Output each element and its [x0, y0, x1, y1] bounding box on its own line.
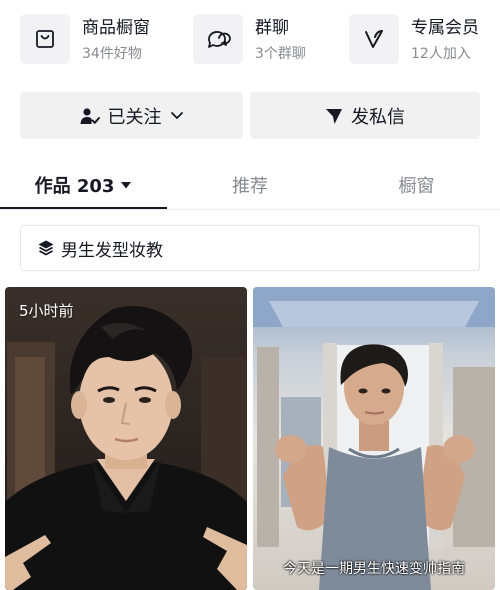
- tab-recommend[interactable]: 推荐: [167, 172, 333, 198]
- stack-layers-icon: [37, 239, 55, 257]
- time-ago-badge: 5小时前: [19, 302, 74, 320]
- chevron-down-icon: [170, 111, 184, 121]
- tab-divider: [0, 209, 500, 210]
- video-thumbnail-image: [253, 287, 495, 590]
- shop-window-title: 商品橱窗: [82, 18, 150, 38]
- vip-membership-count: 12人加入: [411, 46, 471, 62]
- group-chat-count: 3个群聊: [255, 46, 306, 62]
- shop-window-count: 34件好物: [82, 46, 142, 62]
- group-chat-shortcut[interactable]: 群聊 3个群聊: [193, 14, 306, 70]
- video-thumbnail[interactable]: 今天是一期男生快速变帅指南: [253, 287, 495, 590]
- collection-bar[interactable]: 男生发型妆教: [20, 225, 480, 271]
- send-message-label: 发私信: [351, 106, 405, 128]
- group-chat-icon: [193, 14, 243, 64]
- tab-window[interactable]: 橱窗: [333, 172, 500, 198]
- tab-works[interactable]: 作品 203: [0, 172, 167, 198]
- following-label: 已关注: [107, 106, 162, 128]
- tab-recommend-label: 推荐: [232, 176, 268, 197]
- group-chat-title: 群聊: [255, 18, 289, 38]
- tab-window-label: 橱窗: [398, 176, 435, 197]
- following-button[interactable]: 已关注: [20, 92, 243, 139]
- shop-window-shortcut[interactable]: 商品橱窗 34件好物: [20, 14, 150, 70]
- send-message-button[interactable]: 发私信: [250, 92, 480, 139]
- paper-plane-icon: [325, 107, 343, 125]
- video-thumbnail[interactable]: 5小时前: [5, 287, 247, 590]
- collection-label: 男生发型妆教: [61, 240, 163, 261]
- caret-down-icon: [120, 180, 132, 190]
- shopping-bag-icon: [20, 14, 70, 64]
- video-thumbnail-image: [5, 306, 247, 590]
- vip-membership-title: 专属会员: [411, 18, 479, 38]
- tab-works-label: 作品 203: [34, 176, 115, 197]
- vip-membership-shortcut[interactable]: 专属会员 12人加入: [349, 14, 479, 70]
- vip-v-icon: [349, 14, 399, 64]
- video-subtitle-caption: 今天是一期男生快速变帅指南: [283, 561, 465, 577]
- user-check-icon: [80, 107, 100, 125]
